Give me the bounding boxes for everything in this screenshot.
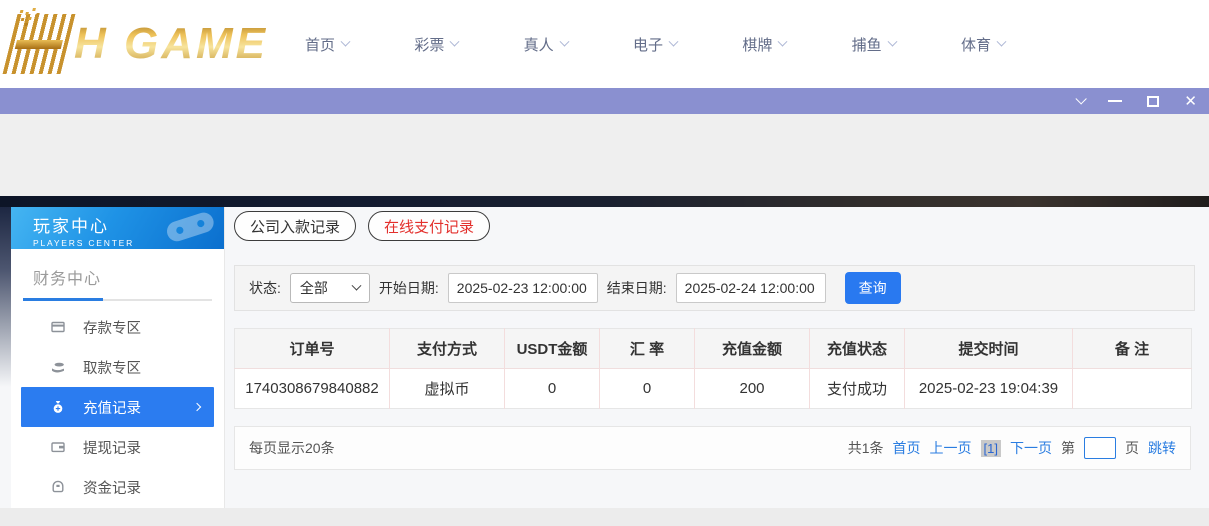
prev-page-link[interactable]: 上一页 [930,438,972,458]
cell-order-id: 1740308679840882 [235,369,390,409]
chevron-down-icon [887,36,897,46]
window-dropdown-icon[interactable] [1076,93,1087,104]
table-header-row: 订单号 支付方式 USDT金额 汇 率 充值金额 充值状态 提交时间 备 注 [235,329,1192,369]
sidebar-item-funds-records[interactable]: 资金记录 [21,467,214,507]
close-icon[interactable]: ✕ [1184,94,1197,109]
record-tabs: 公司入款记录 在线支付记录 [234,211,1195,241]
players-center-sidebar: 玩家中心 PLAYERS CENTER 财务中心 存款专区 取款专区 充值记录 [11,207,225,508]
status-label: 状态: [249,278,281,298]
sidebar-item-withdraw-zone[interactable]: 取款专区 [21,347,214,387]
nav-item-chess[interactable]: 棋牌 [742,34,786,55]
nav-item-lottery[interactable]: 彩票 [414,34,458,55]
cell-submit-time: 2025-02-23 19:04:39 [905,369,1073,409]
chevron-down-icon [997,36,1007,46]
current-page-badge: [1] [981,440,1001,457]
per-page-label: 每页显示20条 [249,438,335,458]
pagination-bar: 每页显示20条 共1条 首页 上一页 [1] 下一页 第 页 跳转 [234,426,1191,470]
main-nav: 首页 彩票 真人 电子 棋牌 捕鱼 体育 [305,0,1005,88]
content-area: 公司入款记录 在线支付记录 状态: 全部 开始日期: 结束日期: 查询 订单号 [234,211,1195,470]
col-order-id: 订单号 [235,329,390,369]
minimize-icon[interactable] [1108,100,1122,102]
chevron-down-icon [669,36,679,46]
sidebar-section-title: 财务中心 [33,265,224,289]
filter-bar: 状态: 全部 开始日期: 结束日期: 查询 [234,265,1195,311]
withdraw-hand-icon [51,360,65,374]
left-shadow-strip [0,207,11,387]
pagination-controls: 共1条 首页 上一页 [1] 下一页 第 页 跳转 [848,437,1176,459]
status-select[interactable]: 全部 [290,273,370,303]
next-page-link[interactable]: 下一页 [1010,438,1052,458]
moneybag-icon [51,400,65,414]
nav-item-fishing[interactable]: 捕鱼 [852,34,896,55]
sidebar-header: 玩家中心 PLAYERS CENTER [11,207,224,249]
sidebar-item-recharge-records[interactable]: 充值记录 [21,387,214,427]
chevron-down-icon [341,36,351,46]
sidebar-item-deposit[interactable]: 存款专区 [21,307,214,347]
start-date-input[interactable] [448,273,598,303]
tab-company-deposit-records[interactable]: 公司入款记录 [234,211,356,241]
deposit-card-icon [51,320,65,334]
cell-usdt-amount: 0 [505,369,600,409]
end-date-label: 结束日期: [607,278,667,298]
purse-icon [51,480,65,494]
cell-pay-method: 虚拟币 [390,369,505,409]
col-pay-method: 支付方式 [390,329,505,369]
sidebar-menu: 存款专区 取款专区 充值记录 提现记录 资金记录 [11,307,224,507]
sidebar-item-withdrawal-records[interactable]: 提现记录 [21,427,214,467]
bottom-strip [0,508,1209,526]
nav-item-sports[interactable]: 体育 [961,34,1005,55]
col-remark: 备 注 [1073,329,1192,369]
col-recharge-status: 充值状态 [810,329,905,369]
col-exchange-rate: 汇 率 [600,329,695,369]
jump-prefix-label: 第 [1061,438,1075,458]
col-recharge-amount: 充值金额 [695,329,810,369]
total-count: 共1条 [848,438,884,458]
banner-area [0,114,1209,196]
banner-bottom-edge [0,196,1209,207]
cell-remark [1073,369,1192,409]
main-region: 玩家中心 PLAYERS CENTER 财务中心 存款专区 取款专区 充值记录 [0,207,1209,526]
chevron-down-icon [450,36,460,46]
table-row: 1740308679840882 虚拟币 0 0 200 支付成功 2025-0… [235,369,1192,409]
sidebar-divider [23,299,212,301]
col-submit-time: 提交时间 [905,329,1073,369]
logo-bars-icon [3,14,76,74]
nav-item-slots[interactable]: 电子 [633,34,677,55]
logo-text: H GAME [74,14,268,74]
first-page-link[interactable]: 首页 [893,438,921,458]
chevron-right-icon [193,403,201,411]
jump-action-link[interactable]: 跳转 [1148,438,1176,458]
nav-item-live[interactable]: 真人 [524,34,568,55]
site-logo[interactable]: H GAME [10,10,268,78]
cell-recharge-status: 支付成功 [810,369,905,409]
chevron-down-icon [351,280,361,290]
nav-item-home[interactable]: 首页 [305,34,349,55]
window-titlebar: ✕ [0,88,1209,114]
wallet-icon [51,440,65,454]
records-table: 订单号 支付方式 USDT金额 汇 率 充值金额 充值状态 提交时间 备 注 1… [234,328,1192,409]
start-date-label: 开始日期: [379,278,439,298]
search-button[interactable]: 查询 [845,272,901,304]
tab-online-payment-records[interactable]: 在线支付记录 [368,211,490,241]
jump-suffix-label: 页 [1125,438,1139,458]
cell-recharge-amount: 200 [695,369,810,409]
jump-page-input[interactable] [1084,437,1116,459]
maximize-icon[interactable] [1147,96,1159,107]
chevron-down-icon [778,36,788,46]
col-usdt-amount: USDT金额 [505,329,600,369]
top-navbar: H GAME 首页 彩票 真人 电子 棋牌 捕鱼 体育 [0,0,1209,88]
cell-exchange-rate: 0 [600,369,695,409]
chevron-down-icon [559,36,569,46]
end-date-input[interactable] [676,273,826,303]
